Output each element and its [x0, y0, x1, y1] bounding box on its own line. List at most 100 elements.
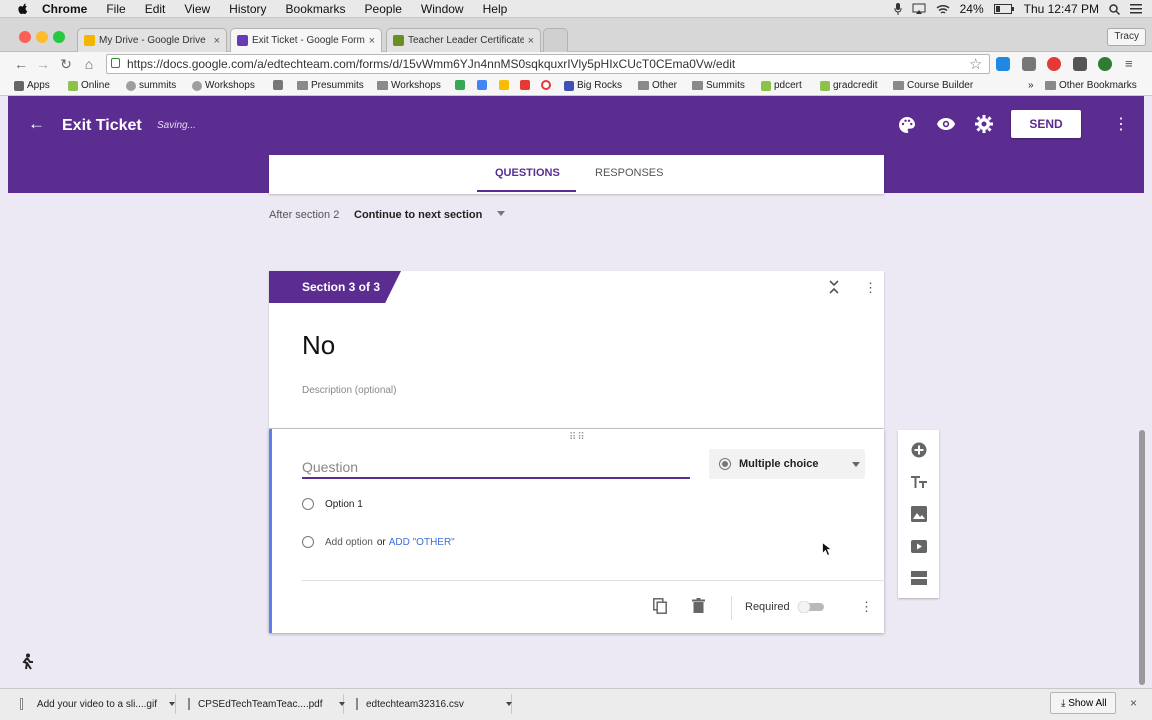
close-window-button[interactable] [19, 31, 31, 43]
lock-icon[interactable] [111, 58, 120, 68]
send-button[interactable]: SEND [1011, 110, 1081, 138]
grammarly-icon[interactable] [1098, 57, 1112, 71]
microphone-icon[interactable] [894, 3, 902, 15]
other-bookmarks[interactable]: Other Bookmarks [1045, 80, 1137, 91]
bookmark-apps[interactable]: Apps [14, 80, 50, 91]
required-toggle[interactable] [796, 601, 826, 613]
apple-icon[interactable] [16, 2, 30, 16]
tab-exit-ticket[interactable]: Exit Ticket - Google Forms × [230, 28, 382, 52]
bookmark-workshops[interactable]: Workshops [192, 80, 255, 91]
new-tab-button[interactable] [543, 28, 568, 52]
bookmark-big-rocks[interactable]: Big Rocks [564, 80, 622, 91]
add-section-icon[interactable] [910, 569, 928, 587]
forward-arrow-icon[interactable]: → [34, 55, 52, 73]
option-label[interactable]: Option 1 [325, 499, 363, 510]
add-other-button[interactable]: ADD "OTHER" [389, 537, 455, 548]
wifi-icon[interactable] [936, 4, 950, 15]
reload-icon[interactable]: ↻ [57, 55, 75, 73]
preview-eye-icon[interactable] [936, 117, 956, 131]
bookmark-course-builder[interactable]: Course Builder [893, 80, 973, 91]
menu-people[interactable]: People [365, 2, 402, 16]
settings-gear-icon[interactable] [975, 115, 993, 133]
question-input[interactable]: Question [302, 457, 690, 479]
battery-icon[interactable] [993, 4, 1014, 14]
bookmark-summits[interactable]: summits [126, 80, 176, 91]
tab-teacher-leader[interactable]: Teacher Leader Certificate × [386, 28, 541, 52]
menu-chrome[interactable]: Chrome [42, 2, 87, 16]
chrome-menu-icon[interactable]: ≡ [1125, 56, 1133, 71]
spotlight-search-icon[interactable] [1109, 3, 1120, 15]
bookmark-drive-1[interactable] [455, 80, 465, 90]
section-more-vert-icon[interactable]: ⋮ [864, 280, 877, 296]
pocket-icon[interactable] [1073, 57, 1087, 71]
download-item[interactable]: Add your video to a sli....gif [8, 694, 176, 714]
close-tab-icon[interactable]: × [528, 35, 534, 47]
bookmark-pencil[interactable] [273, 80, 283, 90]
close-downloads-bar-icon[interactable]: × [1130, 696, 1137, 710]
drag-handle-icon[interactable]: ⠿⠿ [569, 432, 586, 443]
duplicate-icon[interactable] [653, 598, 667, 614]
bookmark-target[interactable] [541, 80, 551, 90]
bookmark-red[interactable] [520, 80, 530, 90]
add-image-icon[interactable] [910, 505, 928, 523]
extension-icon[interactable] [996, 57, 1010, 71]
dropdown-arrow-icon[interactable] [852, 462, 860, 467]
walking-person-icon[interactable] [18, 653, 36, 671]
tab-responses[interactable]: RESPONSES [595, 167, 663, 179]
zoom-window-button[interactable] [53, 31, 65, 43]
menubar-clock[interactable]: Thu 12:47 PM [1024, 2, 1099, 16]
section-description-field[interactable]: Description (optional) [302, 385, 397, 396]
bookmark-gradcredit[interactable]: gradcredit [820, 80, 877, 91]
add-video-icon[interactable] [910, 537, 928, 555]
question-type-select[interactable]: Multiple choice [709, 449, 865, 479]
menu-help[interactable]: Help [483, 2, 508, 16]
more-vert-icon[interactable]: ⋮ [1113, 114, 1129, 134]
add-option-button[interactable]: Add option [325, 537, 373, 548]
close-tab-icon[interactable]: × [369, 35, 375, 47]
section-title[interactable]: No [302, 330, 335, 361]
trash-icon[interactable] [692, 598, 705, 613]
bookmark-online[interactable]: Online [68, 80, 110, 91]
menu-history[interactable]: History [229, 2, 266, 16]
option-row[interactable]: Option 1 [302, 498, 363, 510]
menu-view[interactable]: View [184, 2, 210, 16]
after-section-select[interactable]: Continue to next section [354, 209, 482, 221]
form-title[interactable]: Exit Ticket [62, 117, 142, 135]
download-menu-arrow-icon[interactable] [169, 702, 175, 706]
bookmark-presummits[interactable]: Presummits [297, 80, 364, 91]
bookmark-pdcert[interactable]: pdcert [761, 80, 802, 91]
minimize-window-button[interactable] [36, 31, 48, 43]
download-menu-arrow-icon[interactable] [505, 702, 512, 706]
bookmark-other[interactable]: Other [638, 80, 677, 91]
page-scrollbar[interactable] [1139, 430, 1145, 685]
show-all-downloads-button[interactable]: ⤓ Show All [1050, 692, 1116, 714]
adblock-icon[interactable] [1047, 57, 1061, 71]
bookmark-keep[interactable] [499, 80, 509, 90]
tab-my-drive[interactable]: My Drive - Google Drive × [77, 28, 227, 52]
tab-questions[interactable]: QUESTIONS [495, 167, 560, 179]
menu-edit[interactable]: Edit [145, 2, 166, 16]
add-title-text-icon[interactable] [910, 473, 928, 491]
address-bar[interactable]: https://docs.google.com/a/edtechteam.com… [106, 54, 990, 74]
collapse-icon[interactable] [829, 280, 839, 294]
menu-bookmarks[interactable]: Bookmarks [286, 2, 346, 16]
download-item[interactable]: edtechteam32316.csv [344, 694, 512, 714]
back-arrow-icon[interactable]: ← [12, 55, 30, 73]
back-arrow-icon[interactable]: ← [28, 114, 45, 134]
eyedropper-icon[interactable] [1022, 57, 1036, 71]
notification-center-icon[interactable] [1130, 4, 1142, 14]
add-question-icon[interactable] [910, 441, 928, 459]
bookmark-workshops-folder[interactable]: Workshops [377, 80, 441, 91]
bookmark-overflow-chevron[interactable]: » [1028, 80, 1034, 91]
palette-icon[interactable] [898, 116, 916, 134]
download-item[interactable]: CPSEdTechTeamTeac....pdf [176, 694, 345, 714]
bookmark-drive-2[interactable] [477, 80, 487, 90]
home-icon[interactable]: ⌂ [80, 55, 98, 73]
profile-button[interactable]: Tracy [1107, 28, 1146, 46]
question-more-vert-icon[interactable]: ⋮ [860, 599, 873, 615]
dropdown-arrow-icon[interactable] [497, 211, 505, 216]
close-tab-icon[interactable]: × [214, 35, 220, 47]
menu-window[interactable]: Window [421, 2, 464, 16]
bookmark-summits-folder[interactable]: Summits [692, 80, 745, 91]
bookmark-star-icon[interactable]: ☆ [969, 55, 982, 73]
